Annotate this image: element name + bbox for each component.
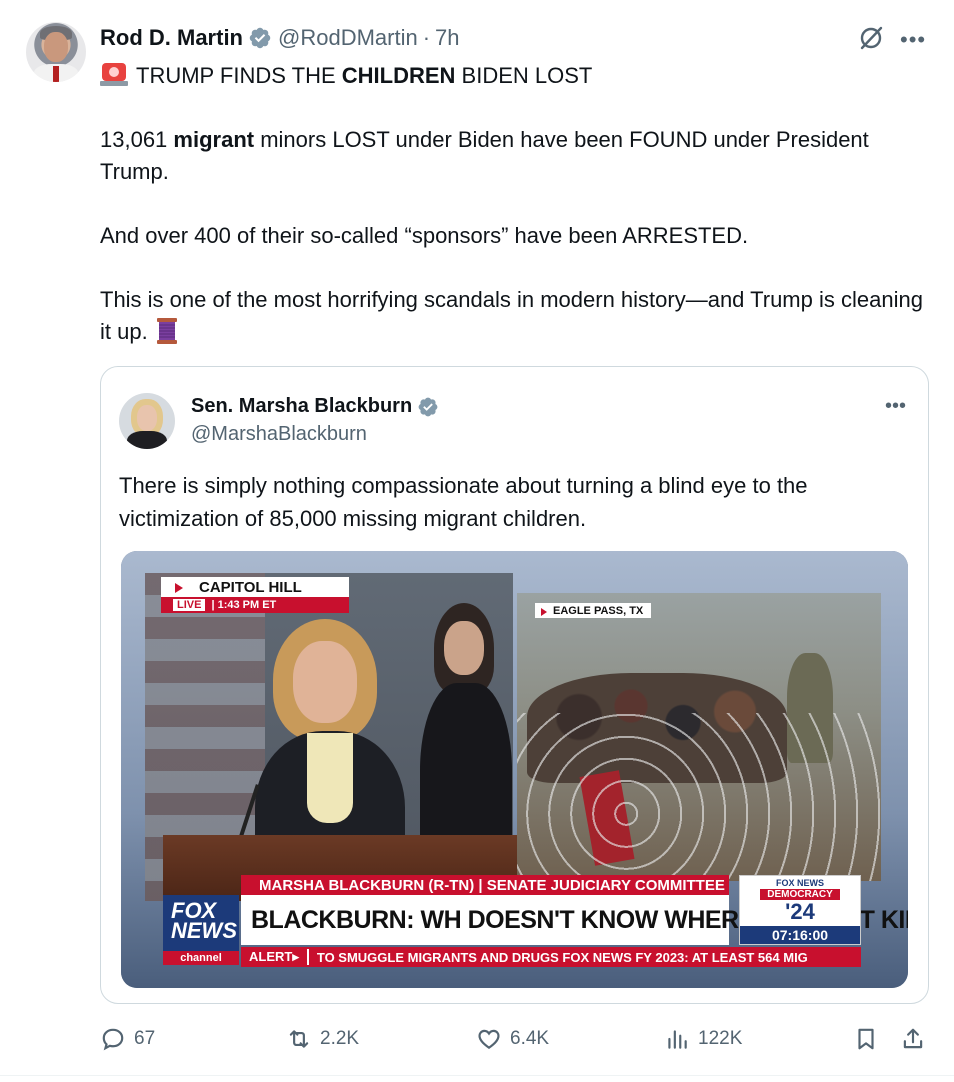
headline-bold: CHILDREN [341, 63, 456, 88]
verified-badge-icon [249, 27, 271, 49]
headline-pre: TRUMP FINDS THE [136, 63, 342, 88]
logo-channel: channel [163, 951, 239, 965]
heart-icon [478, 1029, 500, 1049]
quote-author-handle[interactable]: @MarshaBlackburn [191, 423, 367, 446]
paragraph-1-bold: migrant [173, 127, 255, 152]
reply-button[interactable]: 67 [100, 1026, 155, 1052]
paragraph-2: And over 400 of their so-called “sponsor… [100, 223, 749, 248]
thread-spool-emoji-icon [156, 318, 177, 344]
razor-wire [517, 713, 881, 881]
like-button[interactable]: 6.4K [476, 1026, 549, 1052]
paragraph-1-pre: 13,061 [100, 127, 174, 152]
repost-count: 2.2K [320, 1028, 360, 1049]
reply-count: 67 [134, 1028, 156, 1049]
video-player[interactable]: CAPITOL HILL LIVE | 1:43 PM ET EAGLE PAS… [121, 551, 908, 988]
video-right-pane [517, 593, 881, 881]
more-options-icon[interactable]: ••• [900, 27, 926, 53]
video-left-pane [145, 573, 519, 901]
reply-icon [102, 1028, 124, 1051]
lower-third-headline: BLACKBURN: WH DOESN'T KNOW WHERE MIGRANT… [241, 895, 908, 945]
grok-icon[interactable] [857, 24, 885, 52]
siren-emoji-icon [100, 63, 128, 86]
quoted-post[interactable]: Sen. Marsha Blackburn @MarshaBlackburn •… [100, 366, 929, 1004]
news-ticker: ALERT▸ TO SMUGGLE MIGRANTS AND DRUGS FOX… [241, 947, 861, 967]
repost-icon [289, 1030, 309, 1048]
author-handle[interactable]: @RodDMartin [278, 25, 418, 51]
action-bar: 67 2.2K 6.4K 122K [0, 1026, 954, 1060]
ticker-alert: ALERT▸ [241, 949, 309, 965]
fox-news-logo: FOX NEWS channel [163, 895, 239, 965]
author-name[interactable]: Rod D. Martin [100, 25, 243, 51]
live-tag: LIVE [173, 599, 206, 611]
quote-author-row: Sen. Marsha Blackburn [191, 395, 445, 418]
bookmark-icon [858, 1028, 874, 1050]
bookmark-button[interactable] [853, 1026, 887, 1052]
live-time: | 1:43 PM ET [211, 599, 277, 611]
post-time[interactable]: 7h [435, 25, 459, 51]
divider [0, 1075, 954, 1076]
location-label-right: EAGLE PASS, TX [535, 603, 652, 618]
post-text: TRUMP FINDS THE CHILDREN BIDEN LOST 13,0… [100, 60, 940, 380]
headline-post: BIDEN LOST [455, 63, 593, 88]
logo-line-2: NEWS [171, 918, 237, 943]
ticker-text: TO SMUGGLE MIGRANTS AND DRUGS FOX NEWS F… [316, 949, 808, 965]
views-chart-icon [668, 1030, 687, 1049]
repost-button[interactable]: 2.2K [286, 1026, 359, 1052]
views-button[interactable]: 122K [664, 1026, 742, 1052]
democracy-24-box: FOX NEWS DEMOCRACY '24 07:16:00 [739, 875, 861, 945]
like-count: 6.4K [510, 1028, 550, 1049]
lower-third-subtitle: MARSHA BLACKBURN (R-TN) | SENATE JUDICIA… [241, 875, 729, 895]
democracy-clock: 07:16:00 [740, 926, 860, 944]
separator: · [422, 25, 431, 50]
democracy-network: FOX NEWS [775, 878, 824, 888]
quote-more-options-icon[interactable]: ••• [885, 395, 906, 418]
location-label-left: CAPITOL HILL [161, 577, 349, 597]
quote-author-name[interactable]: Sen. Marsha Blackburn [191, 395, 412, 418]
quote-text: There is simply nothing compassionate ab… [119, 473, 808, 531]
paragraph-3: This is one of the most horrifying scand… [100, 287, 923, 344]
democracy-year: '24 [785, 899, 815, 924]
views-count: 122K [698, 1028, 743, 1049]
post-header: Rod D. Martin @RodDMartin · 7h [100, 24, 460, 52]
author-avatar[interactable] [26, 22, 86, 82]
verified-badge-icon [418, 397, 438, 416]
live-bar: LIVE | 1:43 PM ET [161, 597, 349, 613]
quote-author-avatar[interactable] [119, 393, 175, 449]
share-icon [903, 1028, 923, 1049]
share-button[interactable] [900, 1026, 934, 1052]
